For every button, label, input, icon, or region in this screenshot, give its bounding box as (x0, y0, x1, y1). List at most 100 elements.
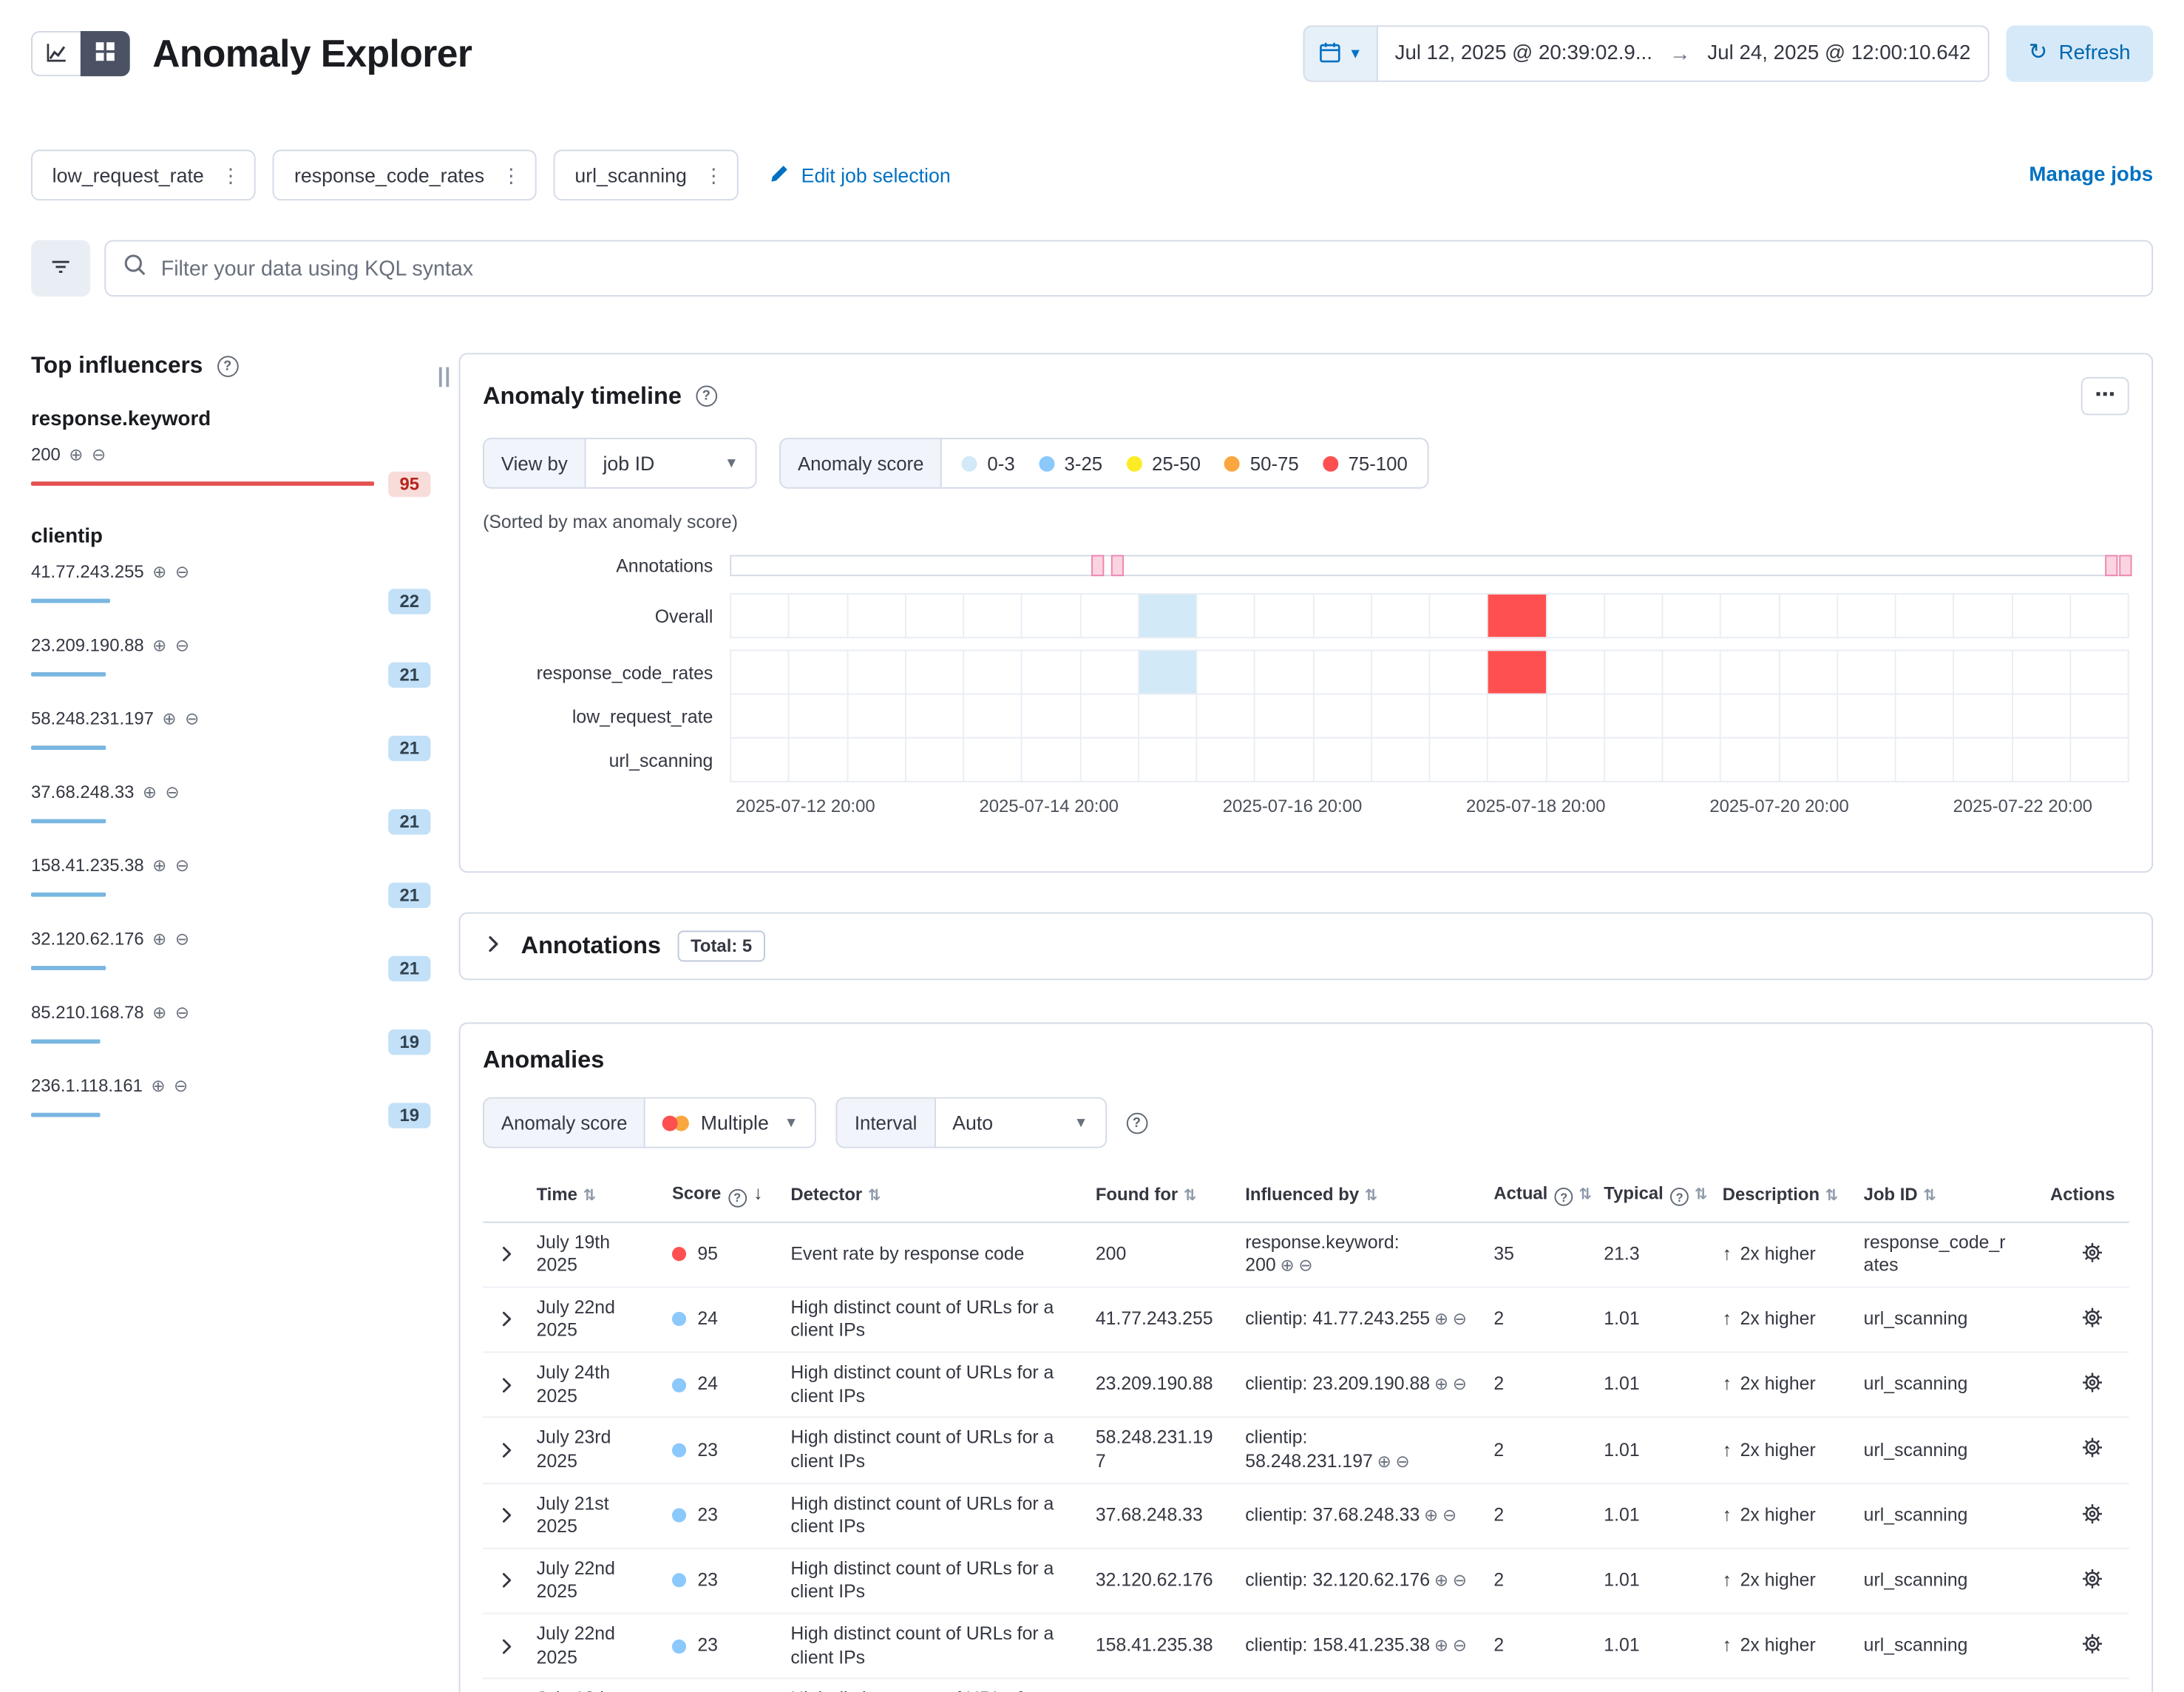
row-actions-button[interactable] (2078, 1630, 2106, 1662)
expand-row-button[interactable] (494, 1568, 519, 1593)
column-header-influenced-by[interactable]: Influenced by⇅ (1234, 1174, 1482, 1222)
expand-row-button[interactable] (494, 1372, 519, 1397)
swimlane-cell[interactable] (848, 593, 906, 638)
filter-in-icon[interactable]: ⊕ (1434, 1375, 1448, 1395)
kql-filter-input[interactable] (161, 257, 2135, 280)
column-header-detector[interactable]: Detector⇅ (779, 1174, 1084, 1222)
sort-icon[interactable]: ⇅ (1695, 1185, 1708, 1202)
filter-out-icon[interactable]: ⊖ (1298, 1256, 1312, 1276)
annotations-expand-button[interactable] (483, 933, 504, 958)
swimlane-cell[interactable] (1023, 593, 1081, 638)
swimlane-cell[interactable] (1547, 593, 1605, 638)
expand-row-button[interactable] (494, 1242, 519, 1267)
filter-out-icon[interactable]: ⊖ (1453, 1375, 1467, 1395)
column-header-time[interactable]: Time⇅ (525, 1174, 660, 1222)
filter-out-icon[interactable]: ⊖ (1442, 1505, 1456, 1525)
date-end[interactable]: Jul 24, 2025 @ 12:00:10.642 (1690, 27, 1987, 81)
swimlane-cell[interactable] (1896, 649, 1955, 694)
filter-out-icon[interactable]: ⊖ (174, 1077, 188, 1094)
expand-row-button[interactable] (494, 1438, 519, 1463)
sort-icon[interactable]: ⇅ (868, 1187, 881, 1204)
swimlane-cell[interactable] (1838, 593, 1896, 638)
swimlane-cell[interactable] (1721, 649, 1780, 694)
help-icon[interactable]: ? (1126, 1112, 1147, 1134)
anomaly-score-select[interactable]: Multiple ▼ (645, 1099, 815, 1147)
swimlane-cell[interactable] (1664, 649, 1722, 694)
swimlane-cell[interactable] (964, 593, 1023, 638)
swimlane-cell[interactable] (1838, 694, 1896, 739)
swimlane-cell[interactable] (1314, 694, 1372, 739)
filter-out-icon[interactable]: ⊖ (1453, 1571, 1467, 1591)
swimlane-cell[interactable] (1780, 649, 1838, 694)
kebab-menu-icon[interactable]: ⋮ (704, 163, 724, 187)
job-chip-low-request-rate[interactable]: low_request_rate⋮ (31, 149, 256, 200)
expand-row-button[interactable] (494, 1503, 519, 1528)
filter-out-icon[interactable]: ⊖ (92, 446, 106, 463)
swimlane-cell[interactable] (1838, 737, 1896, 782)
swimlane-cell[interactable] (906, 694, 964, 739)
swimlane-cell[interactable] (1430, 694, 1488, 739)
swimlane-cell[interactable] (1314, 649, 1372, 694)
annotation-mark[interactable] (1111, 555, 1124, 576)
swimlane-cell[interactable] (730, 737, 790, 782)
filter-in-icon[interactable]: ⊕ (1424, 1505, 1438, 1525)
swimlane-cell[interactable] (906, 737, 964, 782)
swimlane-cell[interactable] (1547, 694, 1605, 739)
swimlane-cell[interactable] (1488, 737, 1547, 782)
swimlane-cell[interactable] (1780, 737, 1838, 782)
swimlane-cell[interactable] (906, 649, 964, 694)
sort-icon[interactable]: ⇅ (583, 1187, 597, 1204)
column-header-actual[interactable]: Actual?⇅ (1482, 1174, 1593, 1222)
swimlane-cell[interactable] (848, 694, 906, 739)
resize-handle[interactable] (439, 367, 449, 387)
swimlane-cell[interactable] (790, 694, 848, 739)
swimlane-cell[interactable] (848, 737, 906, 782)
sort-icon[interactable]: ⇅ (1825, 1187, 1839, 1204)
swimlane-cell[interactable] (848, 649, 906, 694)
swimlane-cell[interactable] (1721, 694, 1780, 739)
swimlane-cell[interactable] (1605, 694, 1664, 739)
row-actions-button[interactable] (2078, 1238, 2106, 1270)
swimlane-cell[interactable] (1954, 694, 2012, 739)
swimlane-cell[interactable] (1139, 593, 1198, 638)
swimlane-cell[interactable] (1314, 737, 1372, 782)
filter-in-icon[interactable]: ⊕ (1434, 1309, 1448, 1329)
swimlane-cell[interactable] (1023, 737, 1081, 782)
row-actions-button[interactable] (2078, 1499, 2106, 1532)
swimlane-cell[interactable] (964, 694, 1023, 739)
calendar-button[interactable]: ▼ (1305, 27, 1378, 81)
column-header-found-for[interactable]: Found for⇅ (1085, 1174, 1234, 1222)
swimlane-cell[interactable] (2071, 737, 2129, 782)
swimlane-cell[interactable] (1547, 649, 1605, 694)
filter-out-icon[interactable]: ⊖ (1453, 1309, 1467, 1329)
help-icon[interactable]: ? (728, 1188, 747, 1207)
filter-out-icon[interactable]: ⊖ (175, 857, 189, 874)
help-icon[interactable]: ? (1670, 1188, 1689, 1206)
swimlane-cell[interactable] (1139, 649, 1198, 694)
swimlane-cell[interactable] (730, 694, 790, 739)
kebab-menu-icon[interactable]: ⋮ (501, 163, 521, 187)
job-chip-response-code-rates[interactable]: response_code_rates⋮ (273, 149, 536, 200)
filter-in-icon[interactable]: ⊕ (152, 1004, 166, 1021)
swimlane-cell[interactable] (790, 737, 848, 782)
row-actions-button[interactable] (2078, 1369, 2106, 1401)
swimlane-cell[interactable] (1372, 649, 1431, 694)
swimlane-cell[interactable] (2012, 694, 2071, 739)
kebab-menu-icon[interactable]: ⋮ (221, 163, 241, 187)
filter-in-icon[interactable]: ⊕ (143, 784, 157, 801)
swimlane-cell[interactable] (1488, 649, 1547, 694)
swimlane-cell[interactable] (1896, 694, 1955, 739)
swimlane-cell[interactable] (1896, 737, 1955, 782)
help-icon[interactable]: ? (1555, 1188, 1573, 1206)
filter-out-icon[interactable]: ⊖ (1453, 1636, 1467, 1656)
row-actions-button[interactable] (2078, 1565, 2106, 1597)
table-view-button[interactable] (81, 31, 130, 76)
swimlane-cell[interactable] (1488, 694, 1547, 739)
swimlane-cell[interactable] (1954, 737, 2012, 782)
swimlane-cell[interactable] (906, 593, 964, 638)
charts-view-button[interactable] (31, 31, 81, 76)
filter-out-icon[interactable]: ⊖ (166, 784, 180, 801)
swimlane-cell[interactable] (730, 649, 790, 694)
swimlane-cell[interactable] (2071, 694, 2129, 739)
swimlane-cell[interactable] (1780, 593, 1838, 638)
